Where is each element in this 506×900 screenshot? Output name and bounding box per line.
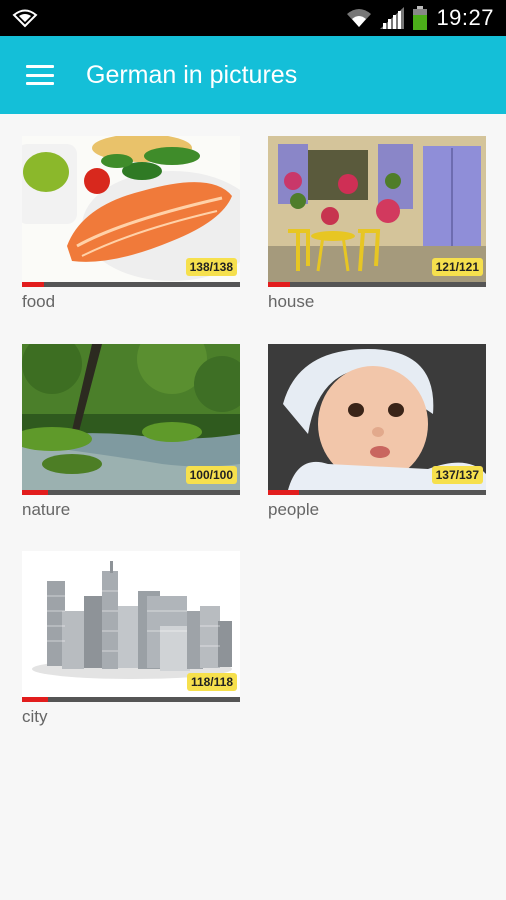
progress-bar bbox=[22, 697, 240, 702]
notification-icon bbox=[12, 9, 38, 28]
wifi-icon bbox=[347, 9, 372, 27]
progress-bar bbox=[268, 282, 486, 287]
hamburger-menu-icon[interactable] bbox=[26, 65, 54, 85]
nature-image: 100/100 bbox=[22, 344, 240, 490]
count-badge: 138/138 bbox=[185, 258, 237, 276]
house-image: 121/121 bbox=[268, 136, 486, 282]
category-label: food bbox=[22, 292, 56, 311]
progress-bar bbox=[22, 282, 240, 287]
signal-icon bbox=[380, 7, 405, 29]
progress-fill bbox=[22, 697, 49, 702]
category-label: house bbox=[268, 292, 315, 311]
progress-bar bbox=[268, 490, 486, 495]
battery-icon bbox=[413, 6, 428, 30]
count-badge: 118/118 bbox=[186, 673, 237, 691]
clock: 19:27 bbox=[436, 5, 494, 30]
people-image: 137/137 bbox=[268, 344, 486, 490]
progress-fill bbox=[268, 282, 290, 287]
category-card-food[interactable]: 138/138 food bbox=[22, 136, 240, 312]
progress-bar bbox=[22, 490, 240, 495]
progress-fill bbox=[22, 282, 44, 287]
count-badge: 100/100 bbox=[185, 466, 237, 484]
count-badge: 137/137 bbox=[431, 466, 483, 484]
app-bar: German in pictures bbox=[0, 36, 506, 114]
category-label: city bbox=[22, 707, 48, 726]
progress-fill bbox=[22, 490, 49, 495]
food-image: 138/138 bbox=[22, 136, 240, 282]
app-title: German in pictures bbox=[86, 60, 298, 89]
count-badge: 121/121 bbox=[431, 258, 483, 276]
category-card-people[interactable]: 137/137 people bbox=[268, 344, 486, 520]
category-label: people bbox=[268, 500, 320, 519]
city-image: 118/118 bbox=[22, 551, 240, 697]
category-card-nature[interactable]: 100/100 nature bbox=[22, 344, 240, 520]
category-label: nature bbox=[22, 500, 71, 519]
status-bar: 19:27 bbox=[0, 0, 506, 36]
category-card-city[interactable]: 118/118 city bbox=[22, 551, 240, 727]
progress-fill bbox=[268, 490, 299, 495]
category-card-house[interactable]: 121/121 house bbox=[268, 136, 486, 312]
